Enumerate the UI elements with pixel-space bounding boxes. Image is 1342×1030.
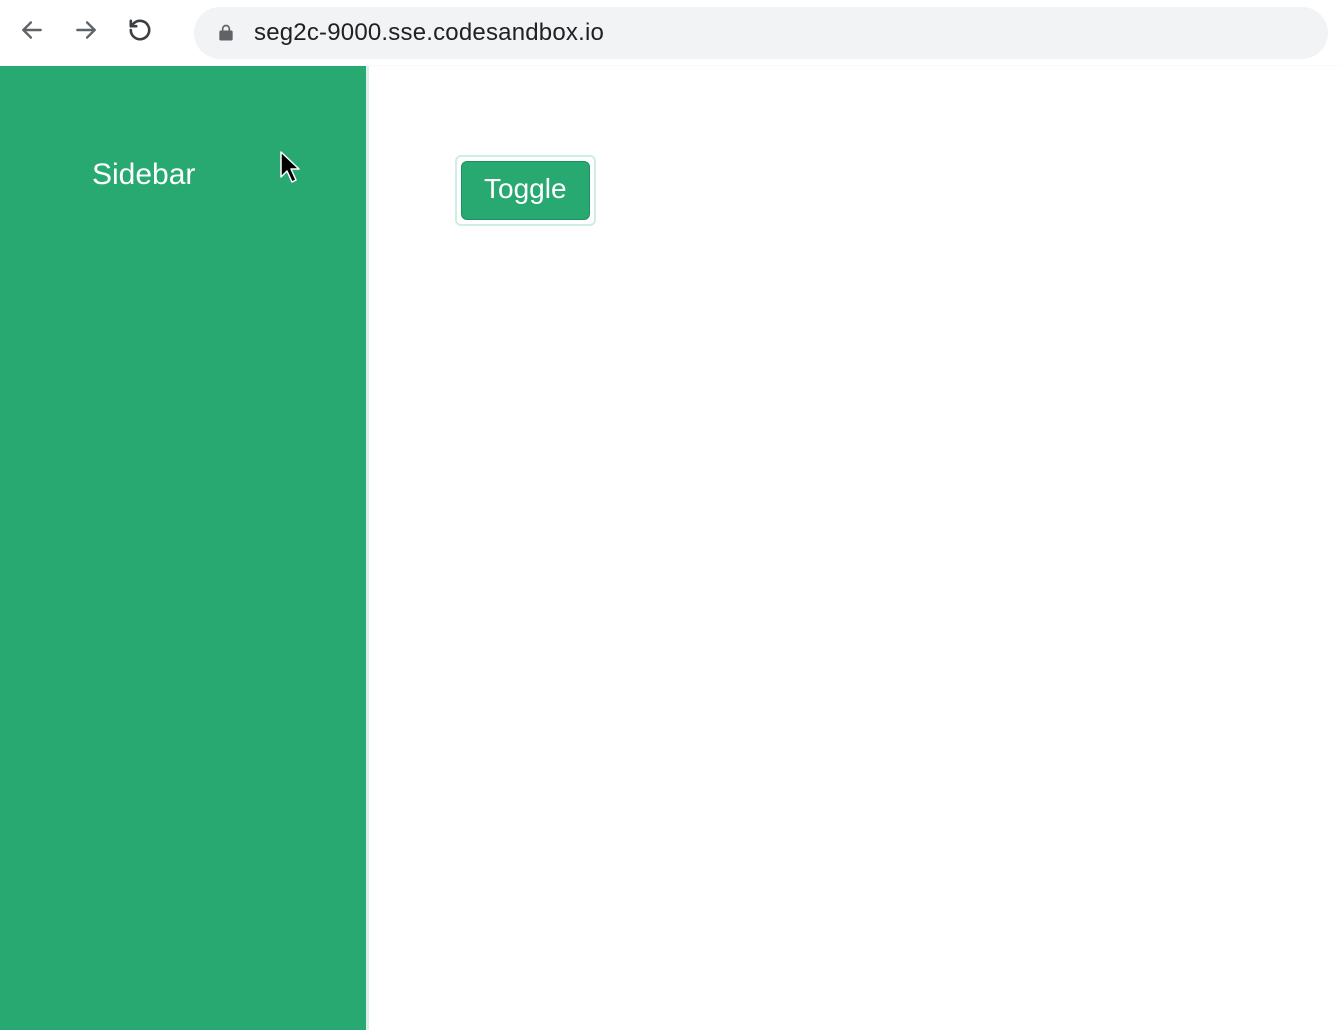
address-bar[interactable]: seg2c-9000.sse.codesandbox.io: [194, 7, 1328, 59]
sidebar: Sidebar: [0, 66, 369, 1030]
reload-icon: [127, 17, 153, 48]
browser-forward-button[interactable]: [68, 15, 104, 51]
toggle-button-focus-ring: Toggle: [455, 155, 596, 226]
toggle-button[interactable]: Toggle: [461, 161, 590, 220]
url-text: seg2c-9000.sse.codesandbox.io: [254, 19, 604, 47]
browser-chrome: seg2c-9000.sse.codesandbox.io: [0, 0, 1342, 66]
sidebar-title: Sidebar: [92, 158, 195, 192]
app-viewport: Sidebar Toggle: [0, 66, 1342, 1030]
browser-reload-button[interactable]: [122, 15, 158, 51]
arrow-left-icon: [19, 17, 45, 48]
lock-icon: [216, 23, 236, 43]
browser-back-button[interactable]: [14, 15, 50, 51]
main-content: Toggle: [369, 66, 1342, 1030]
arrow-right-icon: [73, 17, 99, 48]
